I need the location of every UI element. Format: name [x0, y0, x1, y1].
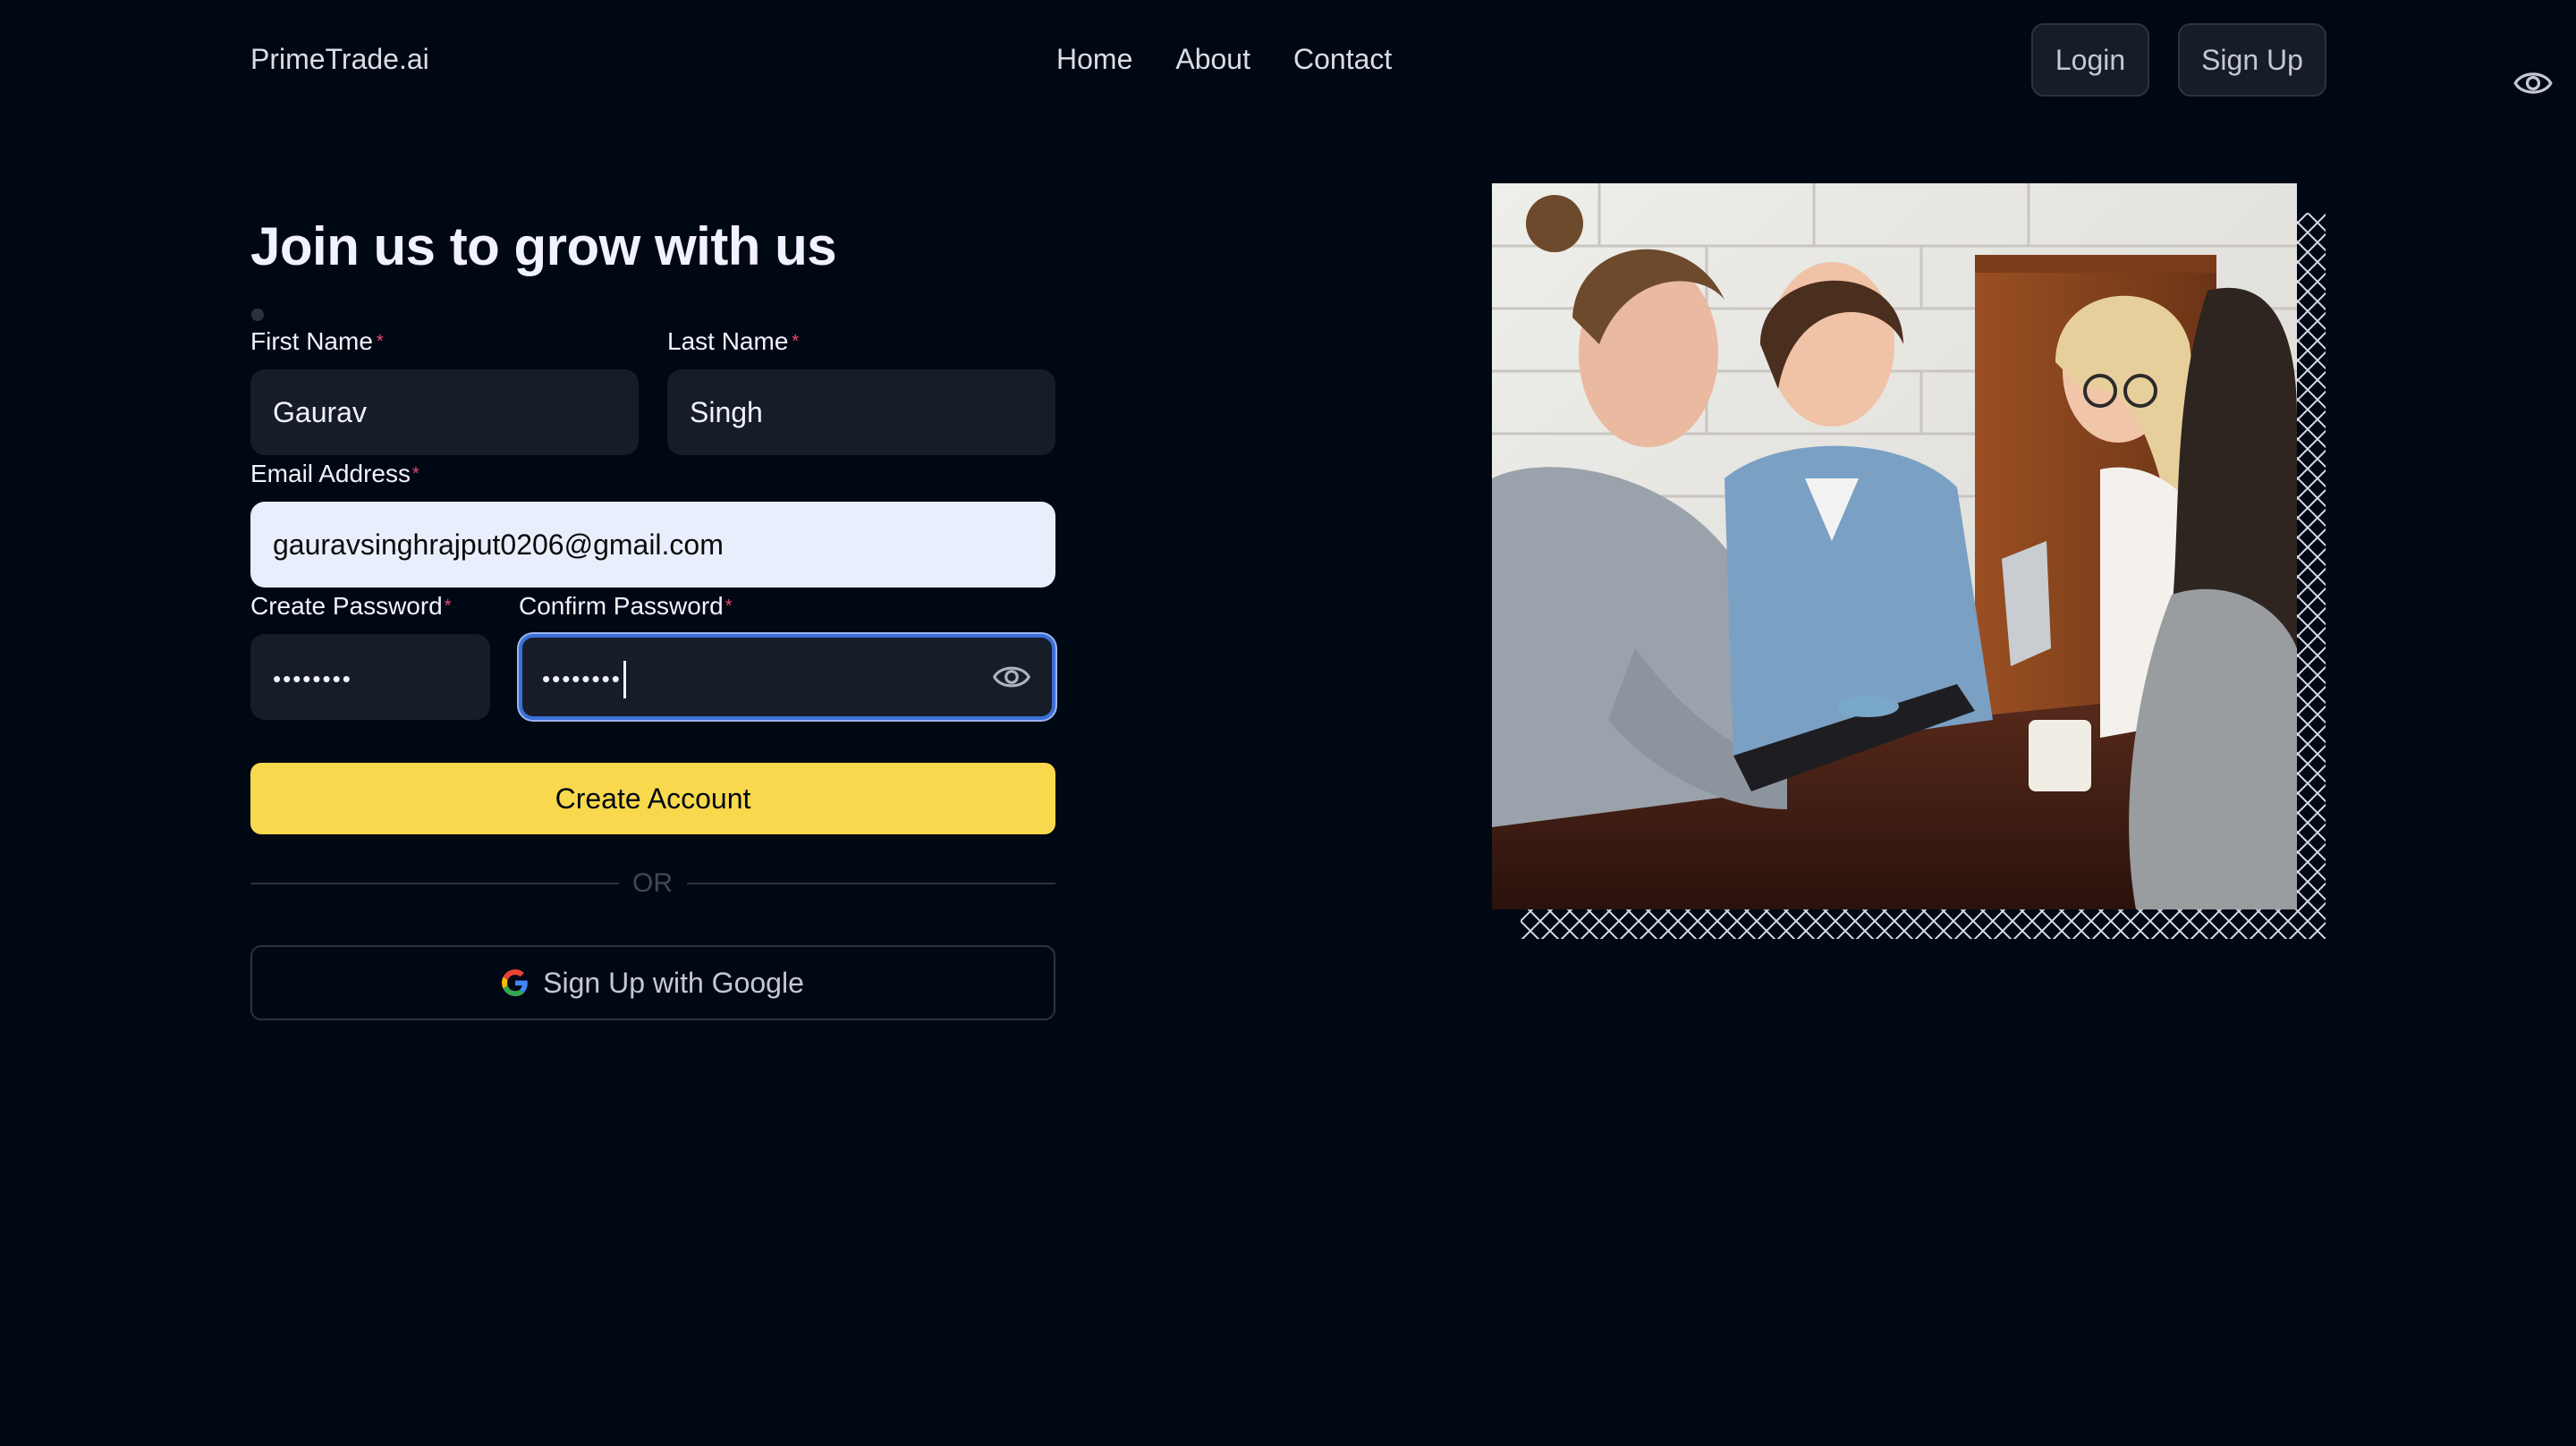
signup-button[interactable]: Sign Up: [2178, 23, 2326, 97]
required-mark: *: [792, 332, 800, 351]
nav-link-about[interactable]: About: [1175, 39, 1250, 79]
google-icon: [502, 969, 528, 996]
required-mark: *: [411, 464, 419, 484]
create-password-value: ••••••••: [273, 665, 352, 692]
brand-logo[interactable]: PrimeTrade.ai: [250, 39, 429, 79]
text-cursor: [623, 660, 626, 698]
page-title: Join us to grow with us: [250, 216, 837, 276]
last-name-label: Last Name *: [667, 326, 799, 358]
team-photo: [1492, 183, 2297, 909]
divider-text: OR: [632, 868, 673, 898]
create-account-button[interactable]: Create Account: [250, 763, 1055, 834]
login-button[interactable]: Login: [2031, 23, 2149, 97]
navbar: PrimeTrade.ai Home About Contact Login S…: [0, 0, 2576, 120]
email-label-text: Email Address: [250, 460, 411, 487]
confirm-password-value: ••••••••: [542, 665, 622, 692]
people-at-table-image: [1492, 183, 2297, 909]
create-password-label: Create Password *: [250, 590, 452, 622]
confirm-password-label-text: Confirm Password: [519, 592, 724, 620]
eye-icon[interactable]: [993, 661, 1030, 693]
last-name-label-text: Last Name: [667, 327, 789, 355]
required-mark: *: [444, 596, 452, 616]
first-name-value: Gaurav: [273, 396, 367, 428]
confirm-password-label: Confirm Password *: [519, 590, 733, 622]
nav-links: Home About Contact: [1056, 39, 1392, 79]
confirm-password-input[interactable]: ••••••••: [519, 634, 1055, 720]
last-name-value: Singh: [690, 396, 763, 428]
first-name-label-text: First Name: [250, 327, 373, 355]
first-name-input[interactable]: Gaurav: [250, 369, 639, 455]
first-name-label: First Name *: [250, 326, 384, 358]
create-password-input[interactable]: ••••••••: [250, 634, 490, 720]
divider-line-left: [250, 883, 619, 884]
email-field[interactable]: gauravsinghrajput0206@gmail.com: [250, 502, 1055, 588]
google-signup-button[interactable]: Sign Up with Google: [250, 945, 1055, 1020]
google-signup-label: Sign Up with Google: [543, 966, 804, 999]
required-mark: *: [724, 596, 733, 616]
create-password-label-text: Create Password: [250, 592, 443, 620]
nav-link-contact[interactable]: Contact: [1293, 39, 1392, 79]
email-value: gauravsinghrajput0206@gmail.com: [273, 529, 724, 561]
nav-link-home[interactable]: Home: [1056, 39, 1132, 79]
required-mark: *: [376, 332, 384, 351]
status-dot: [251, 309, 264, 321]
divider-line-right: [687, 883, 1055, 884]
eye-icon[interactable]: [2513, 67, 2553, 99]
last-name-input[interactable]: Singh: [667, 369, 1055, 455]
email-label: Email Address *: [250, 458, 419, 490]
